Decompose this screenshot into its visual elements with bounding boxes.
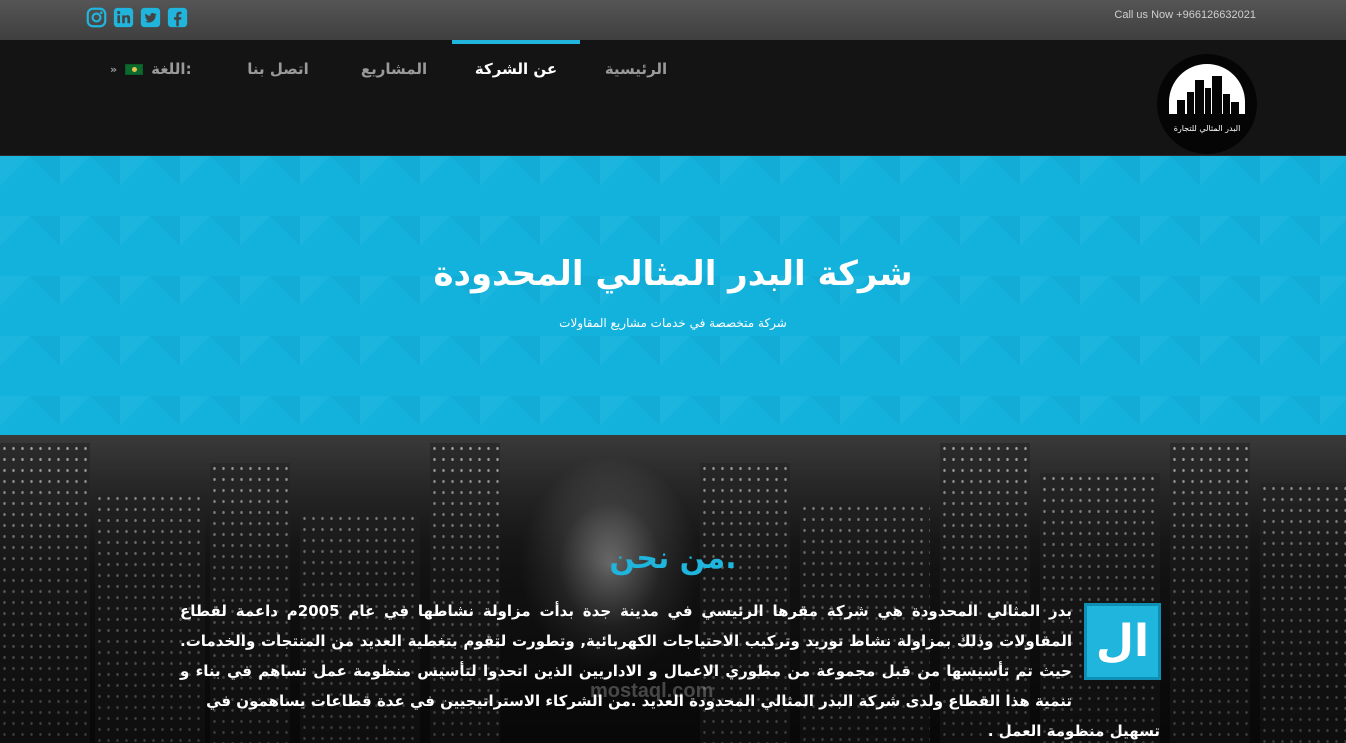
logo-building <box>1212 76 1222 118</box>
watermark: mostaql.com <box>590 680 714 702</box>
saudi-flag-icon <box>125 63 144 75</box>
language-selector[interactable]: » اللغة: <box>110 60 192 78</box>
logo-building <box>1195 80 1204 118</box>
about-last-line: تسهيل منظومة العمل . <box>987 722 1160 740</box>
nav-item-projects[interactable]: المشاريع <box>348 40 440 100</box>
about-section: من نحن. ال بدر المثالي المحدودة هي شركة … <box>0 435 1346 743</box>
logo-building <box>1187 92 1194 118</box>
company-logo[interactable]: البدر المثالي للتجارة <box>1157 54 1257 154</box>
hero-title: شركة البدر المثالي المحدودة <box>433 254 913 294</box>
call-us-text: Call us Now +966126632021 <box>1114 9 1256 21</box>
instagram-icon[interactable] <box>86 7 107 28</box>
facebook-icon[interactable] <box>167 7 188 28</box>
twitter-icon[interactable] <box>140 7 161 28</box>
logo-building <box>1177 100 1185 118</box>
hero-subtitle: شركة متخصصة في خدمات مشاريع المقاولات <box>559 316 787 330</box>
logo-building <box>1223 94 1230 118</box>
nav-item-contact[interactable]: اتصل بنا <box>232 40 324 100</box>
nav-item-about[interactable]: عن الشركة <box>452 40 580 100</box>
logo-building <box>1205 88 1211 118</box>
logo-building <box>1231 102 1239 118</box>
linkedin-icon[interactable] <box>113 7 134 28</box>
chevron-down-icon: » <box>110 62 118 76</box>
dropcap: ال <box>1084 603 1161 680</box>
logo-text: البدر المثالي للتجارة <box>1173 124 1241 133</box>
main-nav: » اللغة: اتصل بنا المشاريع عن الشركة الر… <box>0 40 1346 156</box>
language-label: اللغة: <box>151 60 192 78</box>
social-links <box>86 7 188 28</box>
hero-banner: شركة البدر المثالي المحدودة شركة متخصصة … <box>0 156 1346 435</box>
top-bar: Call us Now +966126632021 <box>0 0 1346 40</box>
about-title: من نحن. <box>609 541 737 576</box>
nav-item-home[interactable]: الرئيسية <box>590 40 682 100</box>
